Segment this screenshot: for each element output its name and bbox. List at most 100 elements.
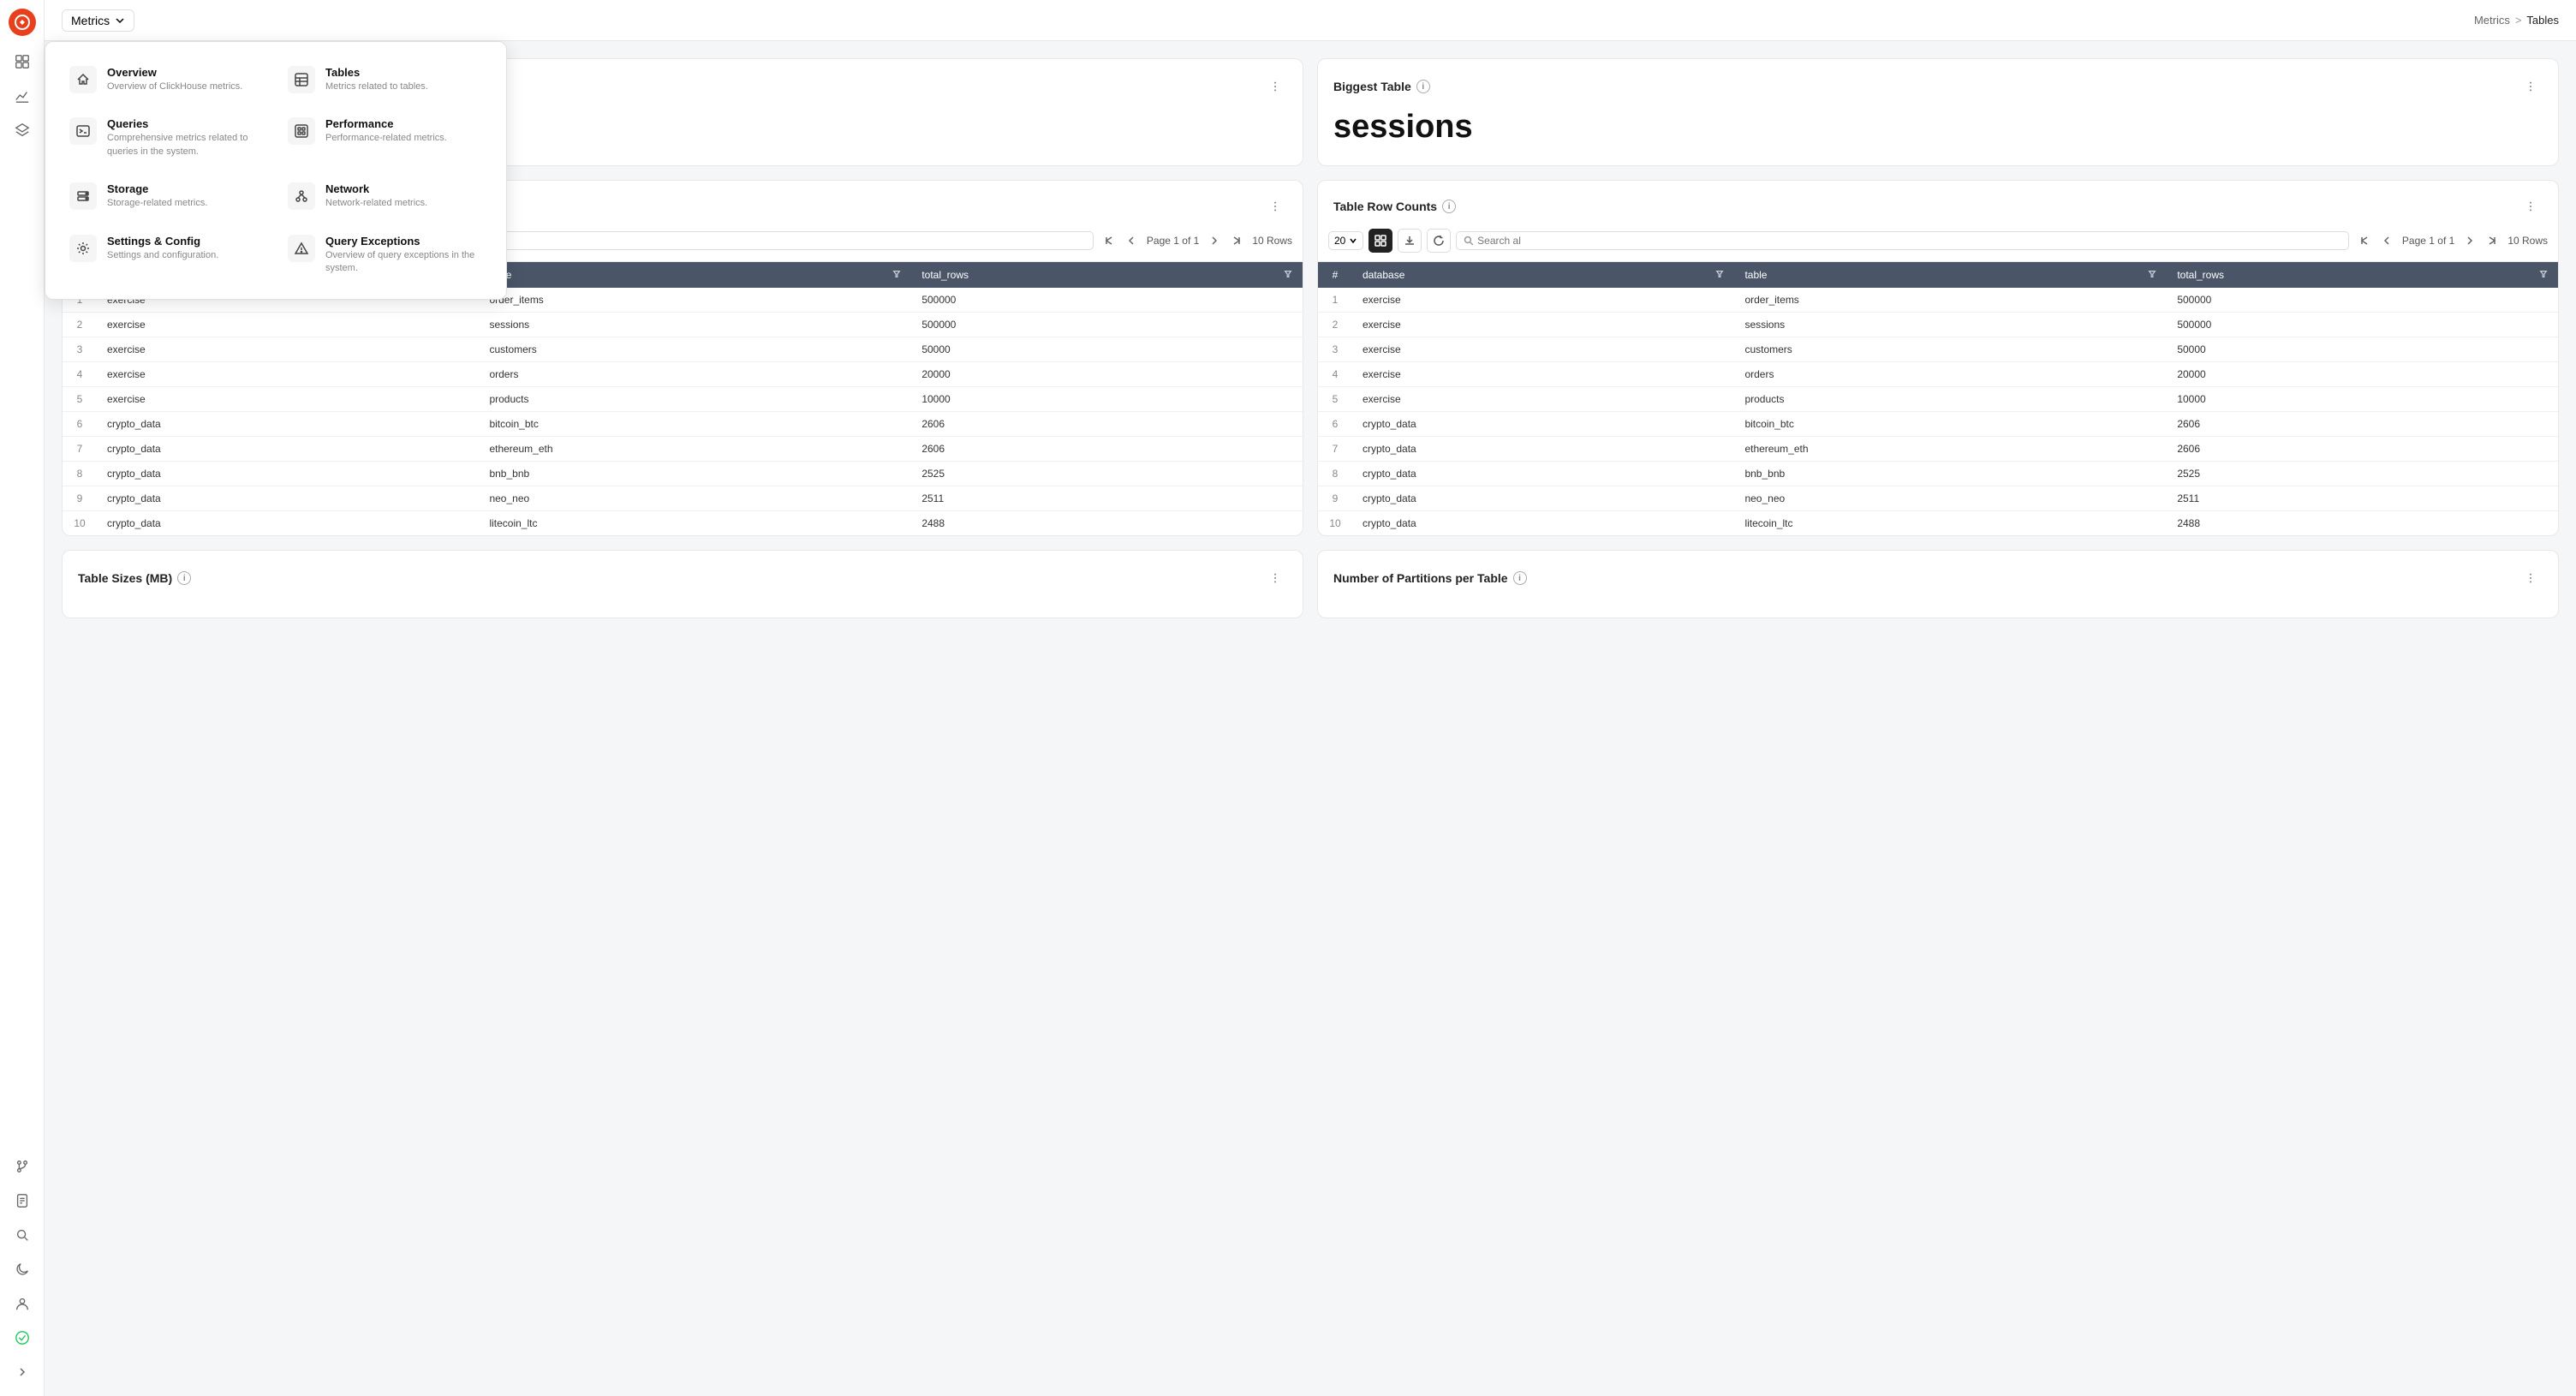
cell-num: 2 (63, 313, 97, 337)
cell-total-rows: 50000 (2167, 337, 2558, 362)
table-row: 6 crypto_data bitcoin_btc 2606 (63, 412, 1303, 437)
dropdown-item-settings[interactable]: Settings & Config Settings and configura… (59, 224, 274, 286)
table-row: 3 exercise customers 50000 (1318, 337, 2558, 362)
more-options-temp-tables[interactable] (1263, 75, 1287, 98)
data-table-row-counts-left: # database table total_rows 1 exercise (63, 262, 1303, 535)
dropdown-item-settings-text: Settings & Config Settings and configura… (107, 235, 218, 262)
cell-num: 10 (1318, 511, 1352, 536)
prev-page-right[interactable] (2376, 230, 2397, 251)
perf-icon (288, 117, 315, 145)
dropdown-queries-desc: Comprehensive metrics related to queries… (107, 132, 264, 158)
cell-num: 5 (1318, 387, 1352, 412)
dropdown-queries-title: Queries (107, 117, 264, 130)
sidebar-item-document[interactable] (7, 1185, 38, 1216)
view-grid-btn-right[interactable] (1368, 229, 1392, 253)
col-header-num-right: # (1318, 262, 1352, 288)
first-page-left[interactable] (1099, 230, 1119, 251)
first-page-right[interactable] (2354, 230, 2375, 251)
filter-database-right[interactable] (1715, 269, 1724, 281)
table-toolbar-right: 20 (1318, 229, 2558, 262)
sidebar-item-search[interactable] (7, 1220, 38, 1250)
cell-database: crypto_data (97, 511, 479, 536)
dropdown-item-tables[interactable]: Tables Metrics related to tables. (277, 56, 492, 104)
cell-database: exercise (1352, 288, 1734, 313)
more-options-row-counts-left[interactable] (1263, 194, 1287, 218)
more-options-table-sizes[interactable] (1263, 566, 1287, 590)
info-icon-biggest-table[interactable]: i (1416, 80, 1430, 93)
table-row: 5 exercise products 10000 (1318, 387, 2558, 412)
cell-table: sessions (1734, 313, 2167, 337)
prev-page-left[interactable] (1121, 230, 1142, 251)
dropdown-item-tables-text: Tables Metrics related to tables. (325, 66, 428, 93)
filter-total-rows-left[interactable] (1284, 269, 1292, 281)
table-row: 7 crypto_data ethereum_eth 2606 (1318, 437, 2558, 462)
cell-total-rows: 2606 (911, 437, 1303, 462)
dropdown-item-network-text: Network Network-related metrics. (325, 182, 427, 210)
cell-database: crypto_data (1352, 412, 1734, 437)
sidebar-item-status[interactable] (7, 1322, 38, 1353)
cell-total-rows: 2606 (2167, 437, 2558, 462)
warning-icon (288, 235, 315, 262)
cell-num: 6 (1318, 412, 1352, 437)
cell-total-rows: 500000 (2167, 288, 2558, 313)
sidebar-expand-btn[interactable] (7, 1357, 38, 1387)
info-icon-table-sizes[interactable]: i (177, 571, 191, 585)
last-page-right[interactable] (2482, 230, 2502, 251)
download-btn-right[interactable] (1398, 229, 1422, 253)
cell-total-rows: 10000 (2167, 387, 2558, 412)
dropdown-query-exceptions-desc: Overview of query exceptions in the syst… (325, 249, 482, 276)
dropdown-item-storage[interactable]: Storage Storage-related metrics. (59, 172, 274, 220)
filter-table-left[interactable] (892, 269, 901, 281)
search-input-right[interactable] (1477, 235, 2341, 247)
dropdown-item-queries[interactable]: Queries Comprehensive metrics related to… (59, 107, 274, 169)
sidebar-bottom (7, 1151, 38, 1387)
refresh-btn-right[interactable] (1427, 229, 1451, 253)
rows-per-page-right[interactable]: 20 (1328, 231, 1363, 250)
filter-table-right[interactable] (2148, 269, 2156, 281)
filter-total-rows-right[interactable] (2539, 269, 2548, 281)
table-row: 4 exercise orders 20000 (63, 362, 1303, 387)
next-page-left[interactable] (1204, 230, 1225, 251)
table-card-row-counts-right: Table Row Counts i 20 (1317, 180, 2559, 536)
cell-database: crypto_data (1352, 437, 1734, 462)
dropdown-overview-title: Overview (107, 66, 242, 79)
cell-total-rows: 500000 (2167, 313, 2558, 337)
sidebar-item-dashboard[interactable] (7, 46, 38, 77)
cell-database: exercise (1352, 362, 1734, 387)
cell-total-rows: 2525 (2167, 462, 2558, 486)
app-logo[interactable] (9, 9, 36, 36)
dropdown-item-query-exceptions[interactable]: Query Exceptions Overview of query excep… (277, 224, 492, 286)
dropdown-storage-desc: Storage-related metrics. (107, 197, 207, 210)
sidebar-item-moon[interactable] (7, 1254, 38, 1285)
table-row: 8 crypto_data bnb_bnb 2525 (63, 462, 1303, 486)
sidebar-item-user[interactable] (7, 1288, 38, 1319)
cell-num: 9 (1318, 486, 1352, 511)
sidebar-item-chart[interactable] (7, 81, 38, 111)
breadcrumb-separator: > (2515, 14, 2522, 27)
dropdown-item-performance[interactable]: Performance Performance-related metrics. (277, 107, 492, 169)
more-options-biggest-table[interactable] (2519, 75, 2543, 98)
metrics-dropdown-btn[interactable]: Metrics (62, 9, 134, 32)
next-page-right[interactable] (2460, 230, 2480, 251)
info-icon-partitions[interactable]: i (1513, 571, 1527, 585)
cell-total-rows: 500000 (911, 288, 1303, 313)
more-options-partitions[interactable] (2519, 566, 2543, 590)
more-options-row-counts-right[interactable] (2519, 194, 2543, 218)
rows-badge-left: 10 Rows (1252, 235, 1292, 247)
cell-database: exercise (97, 362, 479, 387)
dropdown-item-overview[interactable]: Overview Overview of ClickHouse metrics. (59, 56, 274, 104)
dropdown-item-network[interactable]: Network Network-related metrics. (277, 172, 492, 220)
info-icon-row-counts-right[interactable]: i (1442, 200, 1456, 213)
sidebar-item-layers[interactable] (7, 115, 38, 146)
terminal-icon (69, 117, 97, 145)
cell-num: 4 (63, 362, 97, 387)
sidebar-item-git[interactable] (7, 1151, 38, 1182)
card-title-partitions: Number of Partitions per Table i (1333, 571, 1527, 585)
cell-num: 8 (1318, 462, 1352, 486)
last-page-left[interactable] (1226, 230, 1247, 251)
cell-total-rows: 20000 (911, 362, 1303, 387)
cell-num: 5 (63, 387, 97, 412)
cell-num: 1 (1318, 288, 1352, 313)
card-table-sizes: Table Sizes (MB) i (62, 550, 1303, 618)
cell-table: bitcoin_btc (1734, 412, 2167, 437)
